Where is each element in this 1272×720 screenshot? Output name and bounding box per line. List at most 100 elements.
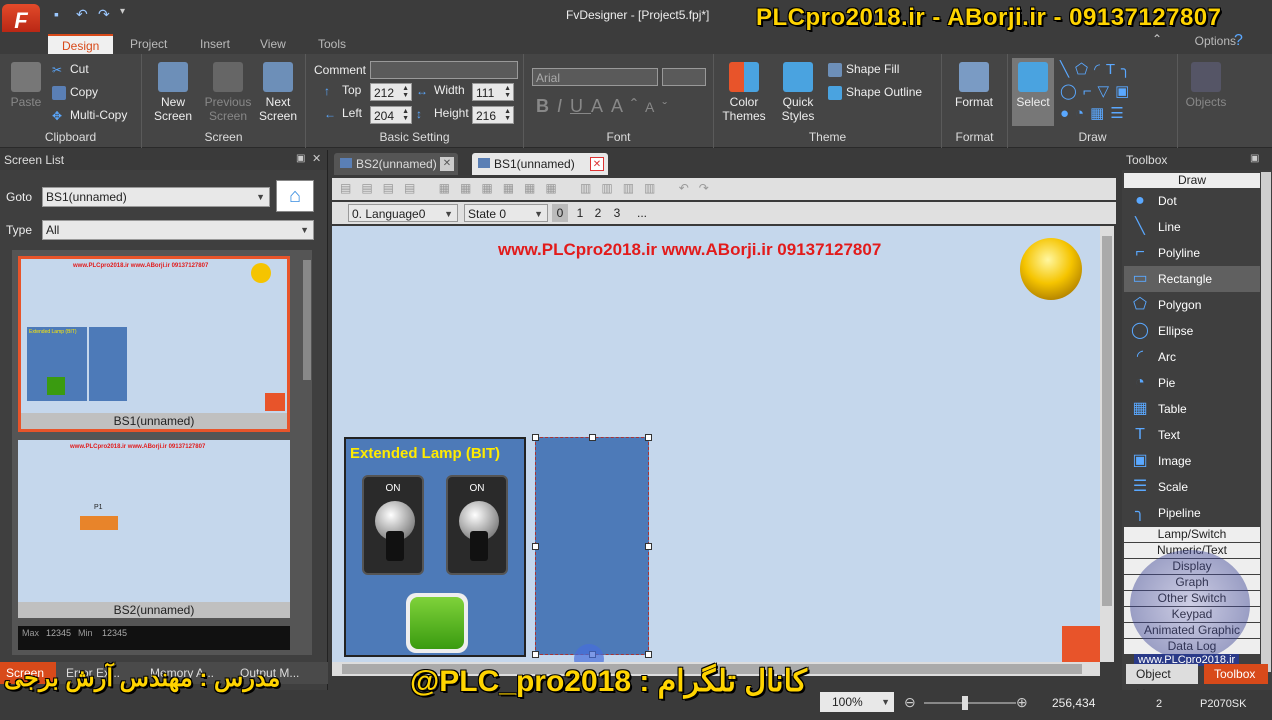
font-style-buttons[interactable]: BIUAAˆAˇ	[536, 96, 675, 117]
zoom-out-icon[interactable]: ⊖	[904, 694, 916, 711]
screen-thumb-3[interactable]: Max 12345 Min 12345	[18, 626, 290, 650]
yellow-push-button[interactable]	[1020, 238, 1082, 300]
zoom-in-icon[interactable]: ⊕	[1016, 694, 1028, 711]
grow-font-icon[interactable]: Aˆ	[611, 96, 645, 116]
toolbox-section-draw[interactable]: Draw	[1124, 173, 1260, 188]
draw-shapes-row1[interactable]: ╲⬠◜T╮	[1060, 60, 1136, 78]
zoom-slider[interactable]	[924, 696, 1016, 710]
canvas-vertical-scrollbar[interactable]	[1100, 226, 1114, 662]
pin-icon[interactable]: ▣	[296, 153, 305, 164]
state-2-button[interactable]: 2	[590, 204, 606, 222]
comment-field[interactable]	[370, 61, 518, 79]
toolbox-scrollbar[interactable]	[1261, 172, 1271, 672]
tab-project[interactable]: Project	[116, 34, 181, 54]
resize-handle[interactable]	[532, 651, 539, 658]
objects-button[interactable]: Objects	[1182, 62, 1230, 109]
state-1-button[interactable]: 1	[572, 204, 588, 222]
state-select[interactable]: State 0 ▼	[464, 204, 548, 222]
selected-rectangle[interactable]	[532, 434, 652, 658]
bold-icon[interactable]: B	[536, 96, 557, 116]
draw-shapes-row2[interactable]: ◯⌐▽▣	[1060, 82, 1135, 100]
height-spinner-icon[interactable]: ▲ ▼	[504, 108, 511, 122]
previous-screen-button[interactable]: Previous Screen	[200, 62, 256, 123]
font-size-select[interactable]	[662, 68, 706, 86]
toolbox-item-arc[interactable]: ◜ Arc	[1124, 344, 1260, 370]
font-color-icon[interactable]: A	[591, 96, 611, 116]
screen-thumb-bs2[interactable]: www.PLCpro2018.ir www.ABorji.ir 09137127…	[18, 440, 290, 618]
more-states-button[interactable]: ...	[632, 204, 652, 222]
width-field[interactable]: 111 ▲ ▼	[472, 83, 514, 101]
doc-tab-bs1[interactable]: BS1(unnamed) ✕	[472, 153, 608, 175]
close-tab-icon[interactable]: ✕	[440, 157, 454, 171]
language-select[interactable]: 0. Language0 ▼	[348, 204, 458, 222]
multi-copy-button[interactable]: ✥ Multi-Copy	[52, 108, 127, 123]
toggle-switch-2[interactable]: ON	[446, 475, 508, 575]
quick-styles-button[interactable]: Quick Styles	[772, 62, 824, 123]
save-icon[interactable]: ▪	[54, 6, 59, 22]
copy-button[interactable]: Copy	[52, 85, 98, 100]
resize-handle[interactable]	[532, 434, 539, 441]
type-select[interactable]: All ▼	[42, 220, 314, 240]
state-0-button[interactable]: 0	[552, 204, 568, 222]
align-tools-icons[interactable]: ▤▤▤▤ ▦▦▦▦▦▦ ▥▥▥▥ ↶↷	[340, 181, 719, 195]
toolbox-item-line[interactable]: ╲ Line	[1124, 214, 1260, 240]
draw-shapes-row3[interactable]: ●◔▦☰	[1060, 104, 1130, 122]
underline-icon[interactable]: U	[570, 96, 591, 116]
screen-thumb-bs1[interactable]: www.PLCpro2018.ir www.ABorji.ir 09137127…	[18, 256, 290, 432]
shape-outline-button[interactable]: Shape Outline	[828, 85, 922, 100]
next-screen-button[interactable]: Next Screen	[256, 62, 300, 123]
color-themes-button[interactable]: Color Themes	[718, 62, 770, 123]
tab-object-list[interactable]: Object List	[1126, 664, 1198, 701]
toolbox-item-pipeline[interactable]: ╮ Pipeline	[1124, 500, 1260, 526]
redo-icon[interactable]: ↷	[98, 6, 110, 23]
help-icon[interactable]: ?	[1234, 32, 1243, 50]
resize-handle[interactable]	[589, 434, 596, 441]
font-name-select[interactable]: Arial	[532, 68, 658, 86]
toolbox-item-table[interactable]: ▦ Table	[1124, 396, 1260, 422]
top-field[interactable]: 212 ▲ ▼	[370, 83, 412, 101]
home-button[interactable]: ⌂	[276, 180, 314, 212]
toolbox-item-rectangle[interactable]: ▭ Rectangle	[1124, 266, 1260, 292]
undo-icon[interactable]: ↶	[76, 6, 88, 23]
toolbox-item-pie[interactable]: ◔ Pie	[1124, 370, 1260, 396]
tab-view[interactable]: View	[246, 34, 300, 54]
tab-toolbox[interactable]: Toolbox	[1204, 664, 1268, 684]
toolbox-item-dot[interactable]: ● Dot	[1124, 188, 1260, 214]
state-3-button[interactable]: 3	[609, 204, 625, 222]
zoom-select[interactable]: 100% ▼	[820, 692, 894, 712]
resize-handle[interactable]	[645, 543, 652, 550]
toolbox-item-polygon[interactable]: ⬠ Polygon	[1124, 292, 1260, 318]
new-screen-button[interactable]: New Screen	[148, 62, 198, 123]
thumbs-scrollbar[interactable]	[302, 250, 312, 655]
design-canvas[interactable]: www.PLCpro2018.ir www.ABorji.ir 09137127…	[332, 226, 1100, 674]
options-menu[interactable]: Options	[1195, 34, 1236, 48]
resize-handle[interactable]	[532, 543, 539, 550]
left-spinner-icon[interactable]: ▲ ▼	[402, 108, 409, 122]
shrink-font-icon[interactable]: Aˇ	[645, 99, 675, 115]
tab-tools[interactable]: Tools	[304, 34, 360, 54]
collapse-ribbon-icon[interactable]: ⌃	[1152, 32, 1162, 46]
green-lamp[interactable]	[406, 593, 468, 653]
toolbox-item-ellipse[interactable]: ◯ Ellipse	[1124, 318, 1260, 344]
close-panel-icon[interactable]: ✕	[312, 152, 321, 165]
italic-icon[interactable]: I	[557, 96, 570, 116]
toolbox-item-image[interactable]: ▣ Image	[1124, 448, 1260, 474]
width-spinner-icon[interactable]: ▲ ▼	[504, 85, 511, 99]
top-spinner-icon[interactable]: ▲ ▼	[402, 85, 409, 99]
doc-tab-bs2[interactable]: BS2(unnamed) ✕	[334, 153, 458, 175]
extended-lamp-panel[interactable]: Extended Lamp (BIT) ON ON	[344, 437, 526, 657]
goto-select[interactable]: BS1(unnamed) ▼	[42, 187, 270, 207]
select-tool-button[interactable]: Select	[1012, 58, 1054, 126]
format-button[interactable]: Format	[946, 62, 1002, 109]
resize-handle[interactable]	[645, 434, 652, 441]
paste-button[interactable]: Paste	[6, 62, 46, 109]
toolbox-item-text[interactable]: T Text	[1124, 422, 1260, 448]
tab-design[interactable]: Design	[48, 34, 114, 54]
zoom-slider-thumb[interactable]	[962, 696, 968, 710]
shape-fill-button[interactable]: Shape Fill	[828, 62, 899, 77]
tab-insert[interactable]: Insert	[186, 34, 244, 54]
cut-button[interactable]: ✂ Cut	[52, 62, 89, 77]
close-tab-icon[interactable]: ✕	[590, 157, 604, 171]
resize-handle[interactable]	[645, 651, 652, 658]
left-field[interactable]: 204 ▲ ▼	[370, 106, 412, 124]
